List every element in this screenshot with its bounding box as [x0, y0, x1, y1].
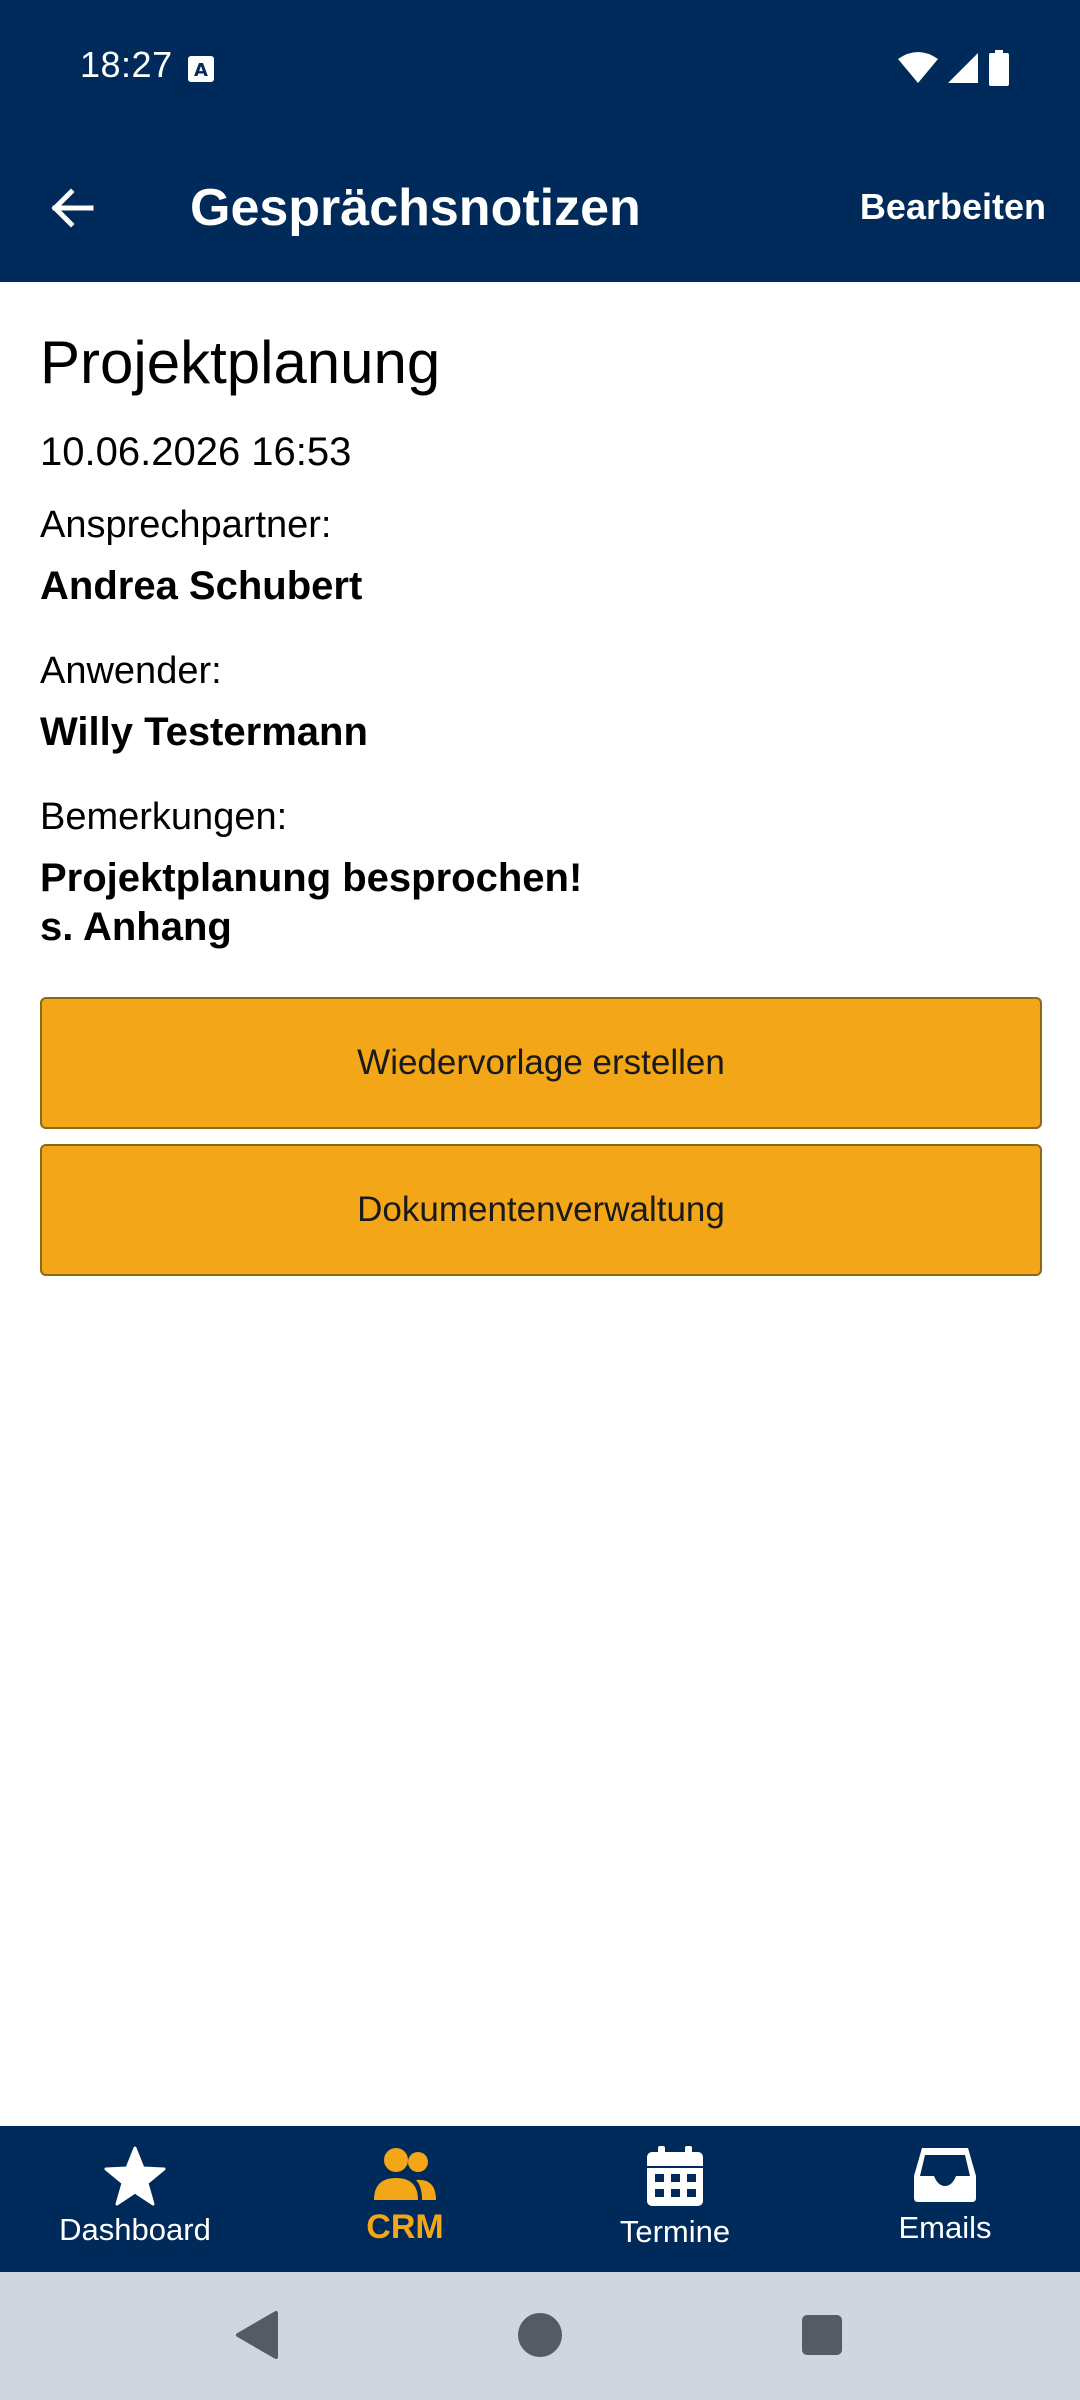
signal-icon: [948, 53, 978, 83]
star-icon: [104, 2146, 166, 2206]
note-datetime: 10.06.2026 16:53: [40, 430, 352, 474]
create-followup-button[interactable]: Wiedervorlage erstellen: [40, 997, 1042, 1129]
document-management-button[interactable]: Dokumentenverwaltung: [40, 1144, 1042, 1276]
nav-label-dashboard: Dashboard: [59, 2212, 211, 2247]
user-label: Anwender:: [40, 650, 222, 692]
arrow-left-icon: [51, 188, 94, 228]
remarks-line-1: Projektplanung besprochen!: [40, 856, 583, 900]
nav-label-emails: Emails: [898, 2210, 992, 2245]
nav-item-dashboard[interactable]: Dashboard: [0, 2126, 270, 2272]
bottom-navigation: Dashboard CRM Termine Emails: [0, 2126, 1080, 2272]
nav-item-termine[interactable]: Termine: [540, 2126, 810, 2272]
system-recents-icon[interactable]: [800, 2310, 844, 2360]
edit-button[interactable]: Bearbeiten: [860, 186, 1046, 228]
people-icon: [374, 2148, 436, 2200]
page-title: Gesprächsnotizen: [190, 179, 641, 237]
status-bar: 18:27 A: [0, 0, 1080, 134]
wifi-icon: [898, 52, 938, 83]
status-icons: [898, 48, 1010, 88]
nav-label-termine: Termine: [619, 2214, 731, 2249]
battery-icon: [989, 50, 1009, 86]
note-title: Projektplanung: [40, 329, 441, 396]
contact-label: Ansprechpartner:: [40, 504, 332, 546]
remarks-label: Bemerkungen:: [40, 796, 288, 838]
user-value: Willy Testermann: [40, 710, 368, 754]
system-navigation-bar: [0, 2272, 1080, 2400]
system-home-icon[interactable]: [516, 2310, 564, 2360]
app-bar: Gesprächsnotizen Bearbeiten: [0, 134, 1080, 282]
remarks-line-2: s. Anhang: [40, 905, 232, 949]
system-back-icon[interactable]: [234, 2310, 280, 2360]
svg-text:A: A: [194, 60, 208, 81]
accessibility-notification-icon: A: [188, 56, 214, 82]
contact-value: Andrea Schubert: [40, 564, 363, 608]
nav-item-emails[interactable]: Emails: [810, 2126, 1080, 2272]
back-button[interactable]: [36, 172, 108, 244]
calendar-icon: [647, 2146, 703, 2206]
nav-item-crm[interactable]: CRM: [270, 2126, 540, 2272]
nav-label-crm: CRM: [366, 2208, 444, 2246]
status-time: 18:27: [80, 44, 173, 85]
inbox-icon: [914, 2148, 976, 2202]
